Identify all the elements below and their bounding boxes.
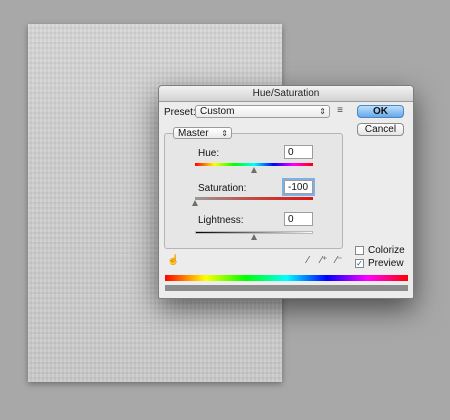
colorize-label: Colorize: [368, 245, 405, 256]
ok-button[interactable]: OK: [357, 105, 404, 118]
eyedropper-plus-icon[interactable]: ⁄⁺: [318, 255, 330, 266]
preset-label: Preset:: [164, 107, 196, 118]
channel-arrows-icon: ⇕: [221, 129, 228, 138]
saturation-slider-thumb[interactable]: [192, 200, 198, 206]
lightness-label: Lightness:: [198, 215, 244, 226]
cancel-button[interactable]: Cancel: [357, 123, 404, 136]
saturation-gradient-bar: [195, 197, 313, 200]
hue-slider-thumb[interactable]: [251, 167, 257, 173]
channel-value: Master: [178, 128, 209, 139]
hue-saturation-dialog: Hue/Saturation Preset: Custom ⇕ ≡ OK Can…: [158, 85, 414, 299]
eyedropper-minus-icon[interactable]: ⁄⁻: [333, 255, 345, 266]
preset-select[interactable]: Custom ⇕: [195, 105, 330, 118]
hue-gradient-bar: [195, 163, 313, 166]
saturation-label: Saturation:: [198, 183, 247, 194]
output-color-bar: [165, 285, 408, 291]
colorize-checkbox[interactable]: [355, 246, 364, 255]
preview-checkbox[interactable]: ✓: [355, 259, 364, 268]
hue-field[interactable]: 0: [284, 145, 313, 159]
saturation-field[interactable]: -100: [284, 180, 313, 194]
list-options-icon[interactable]: ≡: [335, 105, 345, 116]
eyedropper-icon[interactable]: ⁄: [303, 255, 313, 266]
preview-label: Preview: [368, 258, 404, 269]
lightness-field[interactable]: 0: [284, 212, 313, 226]
lightness-slider-thumb[interactable]: [251, 234, 257, 240]
preset-value: Custom: [200, 106, 235, 117]
hand-adjust-icon[interactable]: ☝: [167, 255, 179, 266]
channel-select[interactable]: Master ⇕: [173, 127, 232, 139]
input-color-bar: [165, 275, 408, 281]
select-arrows-icon: ⇕: [319, 107, 326, 116]
hue-label: Hue:: [198, 148, 220, 159]
dialog-title: Hue/Saturation: [159, 86, 413, 102]
